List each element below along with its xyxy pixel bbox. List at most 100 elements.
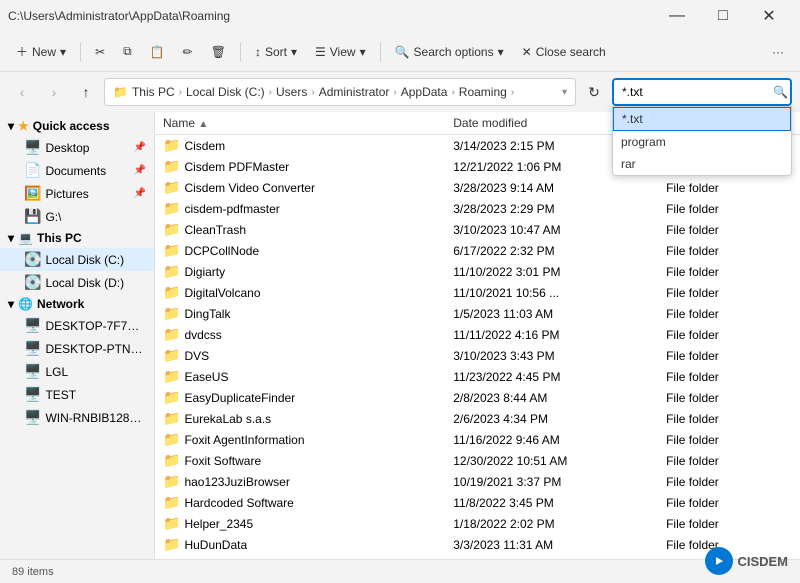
file-type: File folder (658, 198, 800, 219)
table-row[interactable]: 📁 DVS 3/10/2023 3:43 PM File folder (155, 345, 800, 366)
file-type: File folder (658, 387, 800, 408)
search-options-chevron-icon: ▾ (498, 45, 504, 59)
back-button[interactable]: ‹ (8, 78, 36, 106)
table-row[interactable]: 📁 EasyDuplicateFinder 2/8/2023 8:44 AM F… (155, 387, 800, 408)
title-path: C:\Users\Administrator\AppData\Roaming (8, 9, 654, 23)
table-row[interactable]: 📁 HuDunData 3/3/2023 11:31 AM File folde… (155, 534, 800, 555)
table-row[interactable]: 📁 DCPCollNode 6/17/2022 2:32 PM File fol… (155, 240, 800, 261)
this-pc-header[interactable]: ▾ 💻 This PC (0, 228, 154, 248)
computer-icon: 💻 (18, 231, 33, 245)
quick-access-header[interactable]: ▾ ★ Quick access (0, 116, 154, 136)
file-date: 11/23/2022 4:45 PM (445, 366, 658, 387)
this-pc-chevron-icon: ▾ (8, 231, 14, 245)
rename-button[interactable]: ✏ (175, 36, 201, 68)
sidebar-item-pictures[interactable]: 🖼️ Pictures 📌 (0, 182, 154, 205)
file-name: DingTalk (184, 307, 230, 321)
network-header[interactable]: ▾ 🌐 Network (0, 294, 154, 314)
table-row[interactable]: 📁 Icecream 3/13/2022 4:52 PM File folder (155, 555, 800, 559)
copy-icon: ⧉ (123, 44, 132, 59)
forward-button[interactable]: › (40, 78, 68, 106)
file-date: 11/10/2021 10:56 ... (445, 282, 658, 303)
sidebar-item-g-drive[interactable]: 💾 G:\ (0, 205, 154, 228)
address-path-box[interactable]: 📁 This PC › Local Disk (C:) › Users › Ad… (104, 78, 576, 106)
maximize-button[interactable]: □ (700, 0, 746, 32)
path-part-administrator[interactable]: Administrator (319, 85, 390, 99)
file-name: EasyDuplicateFinder (184, 391, 295, 405)
table-row[interactable]: 📁 Foxit AgentInformation 11/16/2022 9:46… (155, 429, 800, 450)
autocomplete-item-rar[interactable]: rar (613, 153, 791, 175)
paste-button[interactable]: 📋 (142, 36, 173, 68)
file-name: Cisdem PDFMaster (184, 160, 289, 174)
search-input[interactable] (612, 78, 792, 106)
file-name: Hardcoded Software (184, 496, 293, 510)
folder-icon: 📁 (163, 452, 180, 469)
file-name: cisdem-pdfmaster (184, 202, 279, 216)
path-part-users[interactable]: Users (276, 85, 307, 99)
path-part-thispc[interactable]: This PC (132, 85, 175, 99)
search-container: 🔍 *.txt program rar (612, 78, 792, 106)
more-button[interactable]: ··· (764, 36, 792, 68)
column-header-name[interactable]: Name ▲ (155, 112, 445, 135)
path-part-appdata[interactable]: AppData (401, 85, 448, 99)
close-search-button[interactable]: ✕ Close search (514, 36, 614, 68)
table-row[interactable]: 📁 hao123JuziBrowser 10/19/2021 3:37 PM F… (155, 471, 800, 492)
table-row[interactable]: 📁 Hardcoded Software 11/8/2022 3:45 PM F… (155, 492, 800, 513)
autocomplete-item-program[interactable]: program (613, 131, 791, 153)
sidebar-item-desktop1[interactable]: 🖥️ DESKTOP-7F7CL7F (0, 314, 154, 337)
sort-arrow-icon: ▲ (198, 119, 208, 130)
table-row[interactable]: 📁 Foxit Software 12/30/2022 10:51 AM Fil… (155, 450, 800, 471)
sort-button[interactable]: ↕ Sort ▾ (247, 36, 305, 68)
file-name: HuDunData (184, 538, 247, 552)
file-date: 10/19/2021 3:37 PM (445, 471, 658, 492)
copy-button[interactable]: ⧉ (115, 36, 140, 68)
sidebar-item-win[interactable]: 🖥️ WIN-RNBIB12885G (0, 406, 154, 429)
refresh-button[interactable]: ↻ (580, 78, 608, 106)
table-row[interactable]: 📁 Digiarty 11/10/2022 3:01 PM File folde… (155, 261, 800, 282)
network-icon: 🌐 (18, 297, 33, 311)
table-row[interactable]: 📁 dvdcss 11/11/2022 4:16 PM File folder (155, 324, 800, 345)
sidebar-item-local-d[interactable]: 💽 Local Disk (D:) (0, 271, 154, 294)
path-part-localdisk-c[interactable]: Local Disk (C:) (186, 85, 265, 99)
cisdem-text: CISDEM (737, 554, 788, 569)
sidebar-item-lgl[interactable]: 🖥️ LGL (0, 360, 154, 383)
file-date: 1/5/2023 11:03 AM (445, 303, 658, 324)
table-row[interactable]: 📁 Helper_2345 1/18/2022 2:02 PM File fol… (155, 513, 800, 534)
up-button[interactable]: ↑ (72, 78, 100, 106)
file-name: Cisdem Video Converter (184, 181, 315, 195)
search-options-button[interactable]: 🔍 Search options ▾ (387, 36, 512, 68)
sidebar-item-desktop[interactable]: 🖥️ Desktop 📌 (0, 136, 154, 159)
delete-button[interactable]: 🗑 (203, 36, 234, 68)
cisdem-icon (705, 547, 733, 575)
network-test-icon: 🖥️ (24, 386, 41, 403)
table-row[interactable]: 📁 DigitalVolcano 11/10/2021 10:56 ... Fi… (155, 282, 800, 303)
table-row[interactable]: 📁 CleanTrash 3/10/2023 10:47 AM File fol… (155, 219, 800, 240)
cut-button[interactable]: ✂ (87, 36, 113, 68)
file-type: File folder (658, 471, 800, 492)
close-button[interactable]: ✕ (746, 0, 792, 32)
path-part-roaming[interactable]: Roaming (459, 85, 507, 99)
view-button[interactable]: ☰ View ▾ (307, 36, 374, 68)
sidebar-item-local-c[interactable]: 💽 Local Disk (C:) (0, 248, 154, 271)
table-row[interactable]: 📁 cisdem-pdfmaster 3/28/2023 2:29 PM Fil… (155, 198, 800, 219)
sidebar-item-desktop2[interactable]: 🖥️ DESKTOP-PTNEDKB (0, 337, 154, 360)
file-date: 3/3/2023 11:31 AM (445, 534, 658, 555)
minimize-button[interactable]: — (654, 0, 700, 32)
sidebar-item-documents[interactable]: 📄 Documents 📌 (0, 159, 154, 182)
file-type: File folder (658, 429, 800, 450)
search-submit-button[interactable]: 🔍 (773, 85, 788, 99)
folder-icon: 📁 (163, 347, 180, 364)
table-row[interactable]: 📁 DingTalk 1/5/2023 11:03 AM File folder (155, 303, 800, 324)
file-type: File folder (658, 345, 800, 366)
table-row[interactable]: 📁 Cisdem Video Converter 3/28/2023 9:14 … (155, 177, 800, 198)
sidebar-item-test-label: TEST (45, 388, 76, 402)
file-list-body: 📁 Cisdem 3/14/2023 2:15 PM File folder 📁… (155, 135, 800, 560)
folder-icon: 📁 (163, 494, 180, 511)
sidebar-item-test[interactable]: 🖥️ TEST (0, 383, 154, 406)
table-row[interactable]: 📁 EurekaLab s.a.s 2/6/2023 4:34 PM File … (155, 408, 800, 429)
autocomplete-item-txt[interactable]: *.txt (613, 107, 791, 131)
documents-icon: 📄 (24, 162, 41, 179)
folder-icon: 📁 (163, 368, 180, 385)
file-type: File folder (658, 324, 800, 345)
new-button[interactable]: ＋ New ▾ (8, 36, 74, 68)
table-row[interactable]: 📁 EaseUS 11/23/2022 4:45 PM File folder (155, 366, 800, 387)
